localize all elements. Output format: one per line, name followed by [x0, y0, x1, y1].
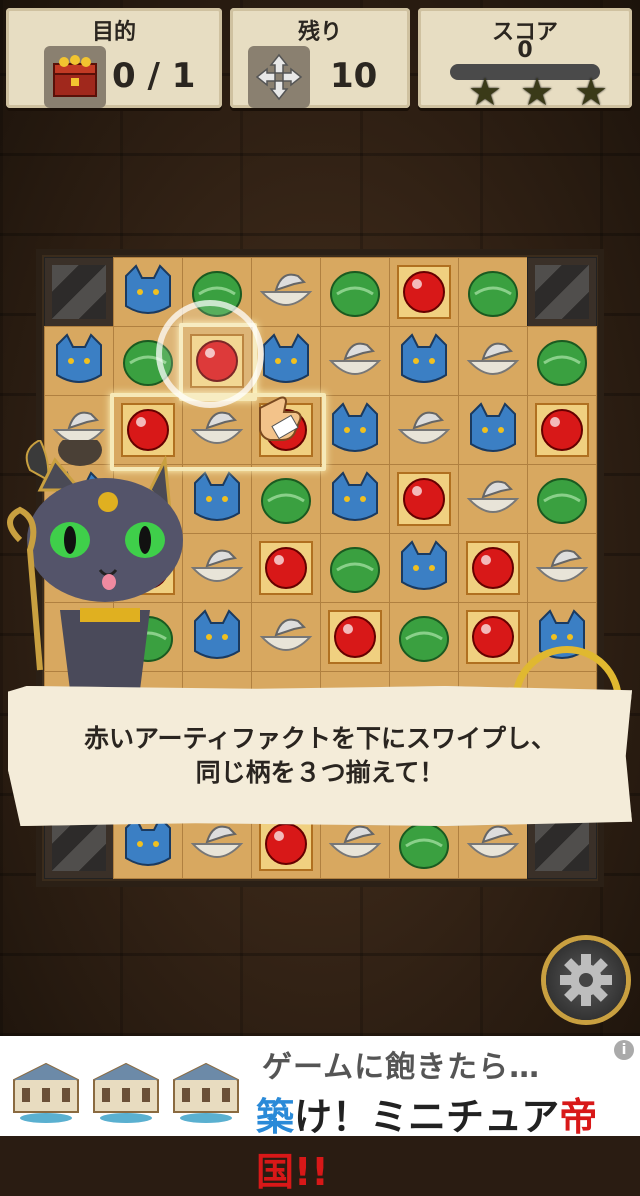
red-gem-artifact-icon [466, 610, 520, 664]
board-cell[interactable] [527, 395, 597, 465]
board-cell[interactable] [527, 533, 597, 603]
red-gem-artifact-icon [397, 472, 451, 526]
moves-value: 10 [330, 56, 378, 96]
board-cell[interactable] [527, 464, 597, 534]
board-cell[interactable] [44, 326, 114, 396]
moves-label: 残り [297, 20, 342, 45]
moves-panel: 残り 10 [230, 8, 410, 108]
cat-artifact-icon [125, 264, 171, 314]
cat-artifact-icon [401, 333, 447, 383]
board-cell[interactable] [320, 602, 390, 672]
building-icon [8, 1050, 84, 1126]
board-cell[interactable] [251, 533, 321, 603]
ad-banner[interactable]: ゲームに飽きたら… 築け！ミニチュア帝国!! i [0, 1036, 640, 1194]
star-icon-2: ★ [520, 70, 555, 114]
board-cell[interactable] [527, 326, 597, 396]
bird-artifact-icon [328, 342, 382, 375]
goal-label: 目的 [91, 20, 136, 45]
egyptian-cat-character [0, 434, 200, 700]
treasure-chest-icon [44, 46, 106, 108]
board-cell[interactable] [389, 257, 459, 327]
red-gem-artifact-icon [259, 541, 313, 595]
cat-artifact-icon [470, 402, 516, 452]
leaf-artifact-icon [399, 616, 449, 662]
building-icon [168, 1050, 244, 1126]
move-arrows-icon [248, 46, 310, 108]
board-cell[interactable] [458, 533, 528, 603]
board-cell[interactable] [458, 395, 528, 465]
ad-brand-part2: け！ミニチュア [294, 1095, 560, 1139]
tutorial-text: 赤いアーティファクトを下にスワイプし、 同じ柄を３つ揃えて！ [8, 722, 632, 790]
building-icon [88, 1050, 164, 1126]
cat-artifact-icon [263, 333, 309, 383]
board-cell[interactable] [320, 395, 390, 465]
board-cell[interactable] [458, 464, 528, 534]
bird-artifact-icon [397, 411, 451, 444]
goal-panel: 目的 0 / 1 [6, 8, 222, 108]
leaf-artifact-icon [330, 271, 380, 317]
bird-artifact-icon [466, 342, 520, 375]
bird-artifact-icon [466, 480, 520, 513]
red-gem-artifact-icon [328, 610, 382, 664]
cat-artifact-icon [332, 471, 378, 521]
ad-headline: ゲームに飽きたら… [262, 1050, 541, 1085]
blocked-cell [44, 257, 114, 327]
leaf-artifact-icon [537, 340, 587, 386]
goal-value: 0 / 1 [112, 56, 196, 96]
star-icon-3: ★ [574, 70, 609, 114]
board-cell[interactable] [320, 464, 390, 534]
settings-button[interactable] [546, 940, 626, 1020]
cat-artifact-icon [56, 333, 102, 383]
score-value: 0 [517, 38, 533, 63]
board-cell[interactable] [389, 602, 459, 672]
blocked-cell [527, 257, 597, 327]
ad-brand-part4: !! [294, 1150, 329, 1194]
bird-artifact-icon [259, 618, 313, 651]
bird-artifact-icon [259, 273, 313, 306]
ad-brand-part1: 築 [256, 1095, 295, 1139]
star-icon-1: ★ [468, 70, 503, 114]
ad-info-icon[interactable]: i [614, 1040, 634, 1060]
leaf-artifact-icon [261, 478, 311, 524]
red-gem-artifact-icon [397, 265, 451, 319]
bird-artifact-icon [535, 549, 589, 582]
cat-artifact-icon [332, 402, 378, 452]
board-cell[interactable] [389, 533, 459, 603]
tutorial-dialog[interactable]: 赤いアーティファクトを下にスワイプし、 同じ柄を３つ揃えて！ [8, 686, 632, 826]
tutorial-text-line2: 同じ柄を３つ揃えて！ [195, 758, 445, 787]
board-cell[interactable] [320, 533, 390, 603]
board-cell[interactable] [251, 464, 321, 534]
leaf-artifact-icon [468, 271, 518, 317]
score-panel: スコア 0 ★ ★ ★ [418, 8, 632, 114]
pointing-hand-icon [250, 390, 306, 446]
board-cell[interactable] [389, 395, 459, 465]
board-cell[interactable] [458, 602, 528, 672]
board-cell[interactable] [389, 464, 459, 534]
tutorial-text-line1: 赤いアーティファクトを下にスワイプし、 [83, 724, 556, 753]
leaf-artifact-icon [537, 478, 587, 524]
board-cell[interactable] [389, 326, 459, 396]
board-cell[interactable] [320, 257, 390, 327]
red-gem-artifact-icon [535, 403, 589, 457]
board-cell[interactable] [320, 326, 390, 396]
red-gem-artifact-icon [466, 541, 520, 595]
board-cell[interactable] [251, 257, 321, 327]
touch-ring-indicator [156, 300, 264, 408]
leaf-artifact-icon [330, 547, 380, 593]
ad-brand: 築け！ミニチュア帝国!! [256, 1086, 640, 1196]
board-cell[interactable] [251, 602, 321, 672]
board-cell[interactable] [458, 257, 528, 327]
gear-icon [560, 954, 612, 1006]
cat-artifact-icon [401, 540, 447, 590]
board-cell[interactable] [458, 326, 528, 396]
